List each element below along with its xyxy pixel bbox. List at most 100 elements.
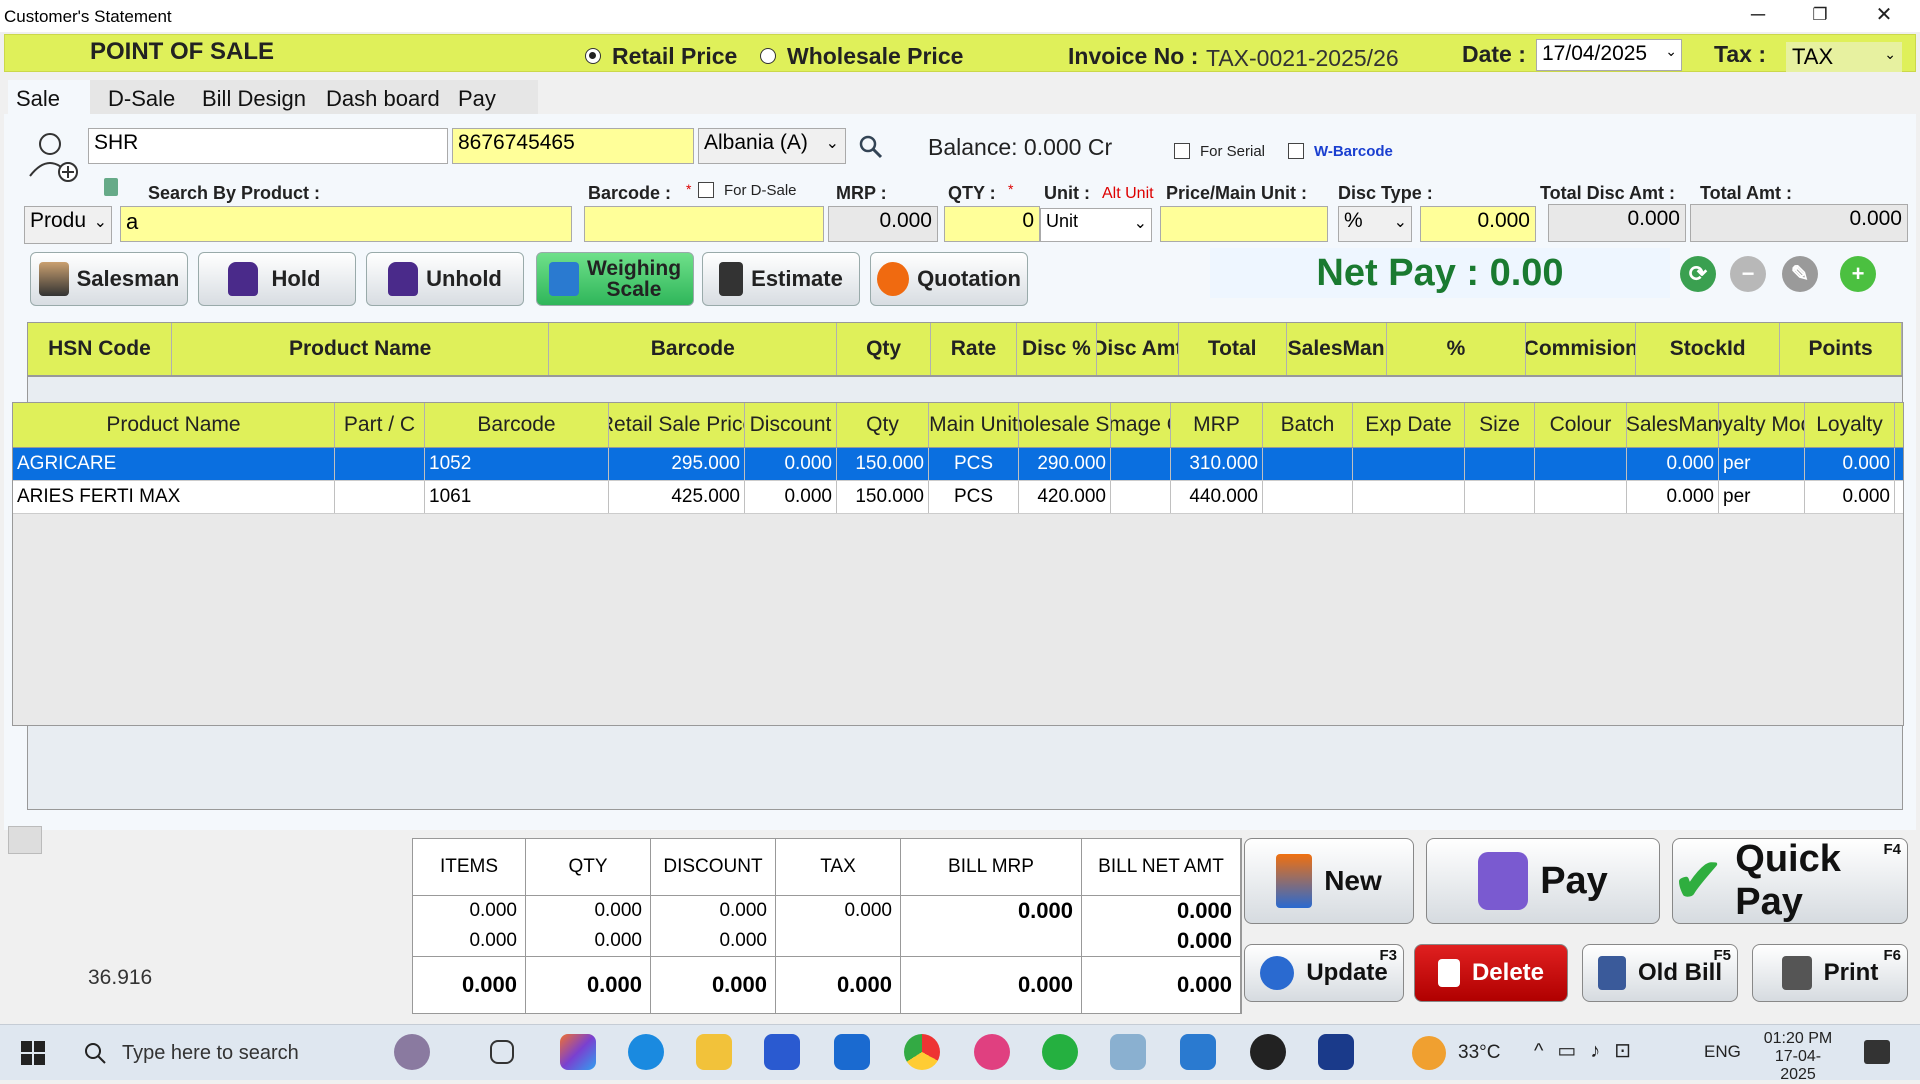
table-row[interactable]: AGRICARE 1052 295.000 0.000 150.000 PCS … — [13, 448, 1903, 481]
system-tray-icons[interactable]: ^▭♪⊡ — [1534, 1038, 1645, 1063]
hold-button[interactable]: Hold — [198, 252, 356, 306]
product-search-input[interactable]: a — [120, 206, 572, 242]
customer-name-input[interactable]: SHR — [88, 128, 448, 164]
wholesale-price-radio[interactable] — [760, 48, 776, 64]
col-loyalty[interactable]: Loyalty — [1805, 403, 1895, 447]
quick-pay-button[interactable]: F4 ✔ Quick Pay — [1672, 838, 1908, 924]
for-d-sale-checkbox[interactable] — [698, 182, 714, 198]
retail-price-radio[interactable] — [585, 48, 601, 64]
tax-select[interactable]: TAX ⌄ — [1786, 42, 1902, 72]
minimize-button[interactable]: ─ — [1730, 0, 1786, 30]
update-button[interactable]: F3 Update — [1244, 944, 1404, 1002]
mrp-input[interactable]: 0.000 — [828, 206, 938, 242]
tab-sale[interactable]: Sale — [8, 80, 90, 114]
app-icon[interactable] — [1110, 1034, 1146, 1070]
tab-bill-design[interactable]: Bill Design — [194, 80, 314, 114]
refresh-icon[interactable]: ⟳ — [1680, 256, 1716, 292]
country-select[interactable]: Albania (A) ⌄ — [698, 128, 846, 164]
taskbar-search-input[interactable]: Type here to search — [122, 1042, 299, 1065]
add-customer-icon[interactable] — [24, 128, 82, 186]
col-commision[interactable]: Commision — [1526, 323, 1637, 375]
col-stock-id[interactable]: StockId — [1636, 323, 1781, 375]
app-icon[interactable] — [974, 1034, 1010, 1070]
print-button[interactable]: F6 Print — [1752, 944, 1908, 1002]
col-salesman[interactable]: SalesMan — [1287, 323, 1387, 375]
col-salesman[interactable]: SalesMan — [1627, 403, 1719, 447]
pay-button[interactable]: Pay — [1426, 838, 1660, 924]
delete-button[interactable]: Delete — [1414, 944, 1568, 1002]
app-icon[interactable] — [1250, 1034, 1286, 1070]
col-hsn-code[interactable]: HSN Code — [28, 323, 172, 375]
unhold-button[interactable]: Unhold — [366, 252, 524, 306]
col-points[interactable]: Points — [1780, 323, 1902, 375]
search-mode-select[interactable]: Produ ⌄ — [24, 206, 112, 244]
minus-icon[interactable]: − — [1730, 256, 1766, 292]
language-indicator[interactable]: ENG — [1704, 1042, 1741, 1062]
col-barcode[interactable]: Barcode — [549, 323, 838, 375]
new-button[interactable]: New — [1244, 838, 1414, 924]
calculator-icon[interactable] — [104, 178, 118, 196]
col-exp-date[interactable]: Exp Date — [1353, 403, 1465, 447]
col-loyalty-mode[interactable]: Loyalty Mode — [1719, 403, 1805, 447]
edge-icon[interactable] — [628, 1034, 664, 1070]
windows-start-icon[interactable] — [20, 1040, 46, 1066]
customer-phone-input[interactable]: 8676745465 — [452, 128, 694, 164]
app-icon[interactable] — [1180, 1034, 1216, 1070]
col-disc-pct[interactable]: Disc % — [1017, 323, 1097, 375]
col-damage-qty[interactable]: Damage Qty — [1111, 403, 1171, 447]
col-total[interactable]: Total — [1179, 323, 1287, 375]
search-icon[interactable] — [858, 134, 884, 160]
weather-icon[interactable] — [1412, 1036, 1446, 1070]
col-wholesale-sale[interactable]: Wholesale Sale — [1019, 403, 1111, 447]
task-view-icon[interactable] — [490, 1040, 514, 1064]
disc-input[interactable]: 0.000 — [1420, 206, 1536, 242]
widget-character-icon[interactable] — [394, 1034, 430, 1070]
col-batch[interactable]: Batch — [1263, 403, 1353, 447]
copilot-icon[interactable] — [560, 1034, 596, 1070]
unit-select[interactable]: Unit ⌄ — [1040, 208, 1152, 242]
col-product-name[interactable]: Product Name — [13, 403, 335, 447]
col-discount[interactable]: Discount — [745, 403, 837, 447]
for-serial-checkbox[interactable] — [1174, 143, 1190, 159]
col-part[interactable]: Part / C — [335, 403, 425, 447]
col-size[interactable]: Size — [1465, 403, 1535, 447]
table-row[interactable]: ARIES FERTI MAX 1061 425.000 0.000 150.0… — [13, 481, 1903, 514]
notification-icon[interactable] — [1864, 1040, 1890, 1064]
qty-input[interactable]: 0 — [944, 206, 1040, 242]
app-icon[interactable] — [1318, 1034, 1354, 1070]
col-percent[interactable]: % — [1387, 323, 1527, 375]
outlook-icon[interactable] — [834, 1034, 870, 1070]
search-icon[interactable] — [82, 1040, 108, 1066]
chrome-icon[interactable] — [904, 1034, 940, 1070]
tab-d-sale[interactable]: D-Sale — [100, 80, 183, 114]
col-colour[interactable]: Colour — [1535, 403, 1627, 447]
col-retail-sale-price[interactable]: Retail Sale Price — [609, 403, 745, 447]
col-main-unit[interactable]: Main Unit — [929, 403, 1019, 447]
tab-pay[interactable]: Pay — [450, 80, 504, 114]
add-icon[interactable]: + — [1840, 256, 1876, 292]
col-qty[interactable]: Qty — [837, 403, 929, 447]
col-barcode[interactable]: Barcode — [425, 403, 609, 447]
col-rate[interactable]: Rate — [931, 323, 1017, 375]
file-explorer-icon[interactable] — [696, 1034, 732, 1070]
quotation-button[interactable]: Quotation — [870, 252, 1028, 306]
store-icon[interactable] — [764, 1034, 800, 1070]
restore-button[interactable]: ❐ — [1792, 0, 1848, 30]
col-qty[interactable]: Qty — [837, 323, 932, 375]
clock[interactable]: 01:20 PM 17-04-2025 — [1758, 1030, 1838, 1084]
estimate-button[interactable]: Estimate — [702, 252, 860, 306]
tab-dashboard[interactable]: Dash board — [318, 80, 448, 114]
barcode-input[interactable] — [584, 206, 824, 242]
edit-icon[interactable]: ✎ — [1782, 256, 1818, 292]
product-search-grid[interactable]: Product Name Part / C Barcode Retail Sal… — [12, 402, 1904, 726]
col-mrp[interactable]: MRP — [1171, 403, 1263, 447]
salesman-button[interactable]: Salesman — [30, 252, 188, 306]
col-disc-amt[interactable]: Disc Amt — [1097, 323, 1179, 375]
close-button[interactable]: ✕ — [1856, 0, 1912, 30]
disc-type-select[interactable]: % ⌄ — [1338, 206, 1412, 242]
weighing-scale-button[interactable]: Weighing Scale — [536, 252, 694, 306]
col-product-name[interactable]: Product Name — [172, 323, 550, 375]
old-bill-button[interactable]: F5 Old Bill — [1582, 944, 1738, 1002]
alt-unit-link[interactable]: Alt Unit — [1102, 185, 1154, 203]
price-main-unit-input[interactable] — [1160, 206, 1328, 242]
